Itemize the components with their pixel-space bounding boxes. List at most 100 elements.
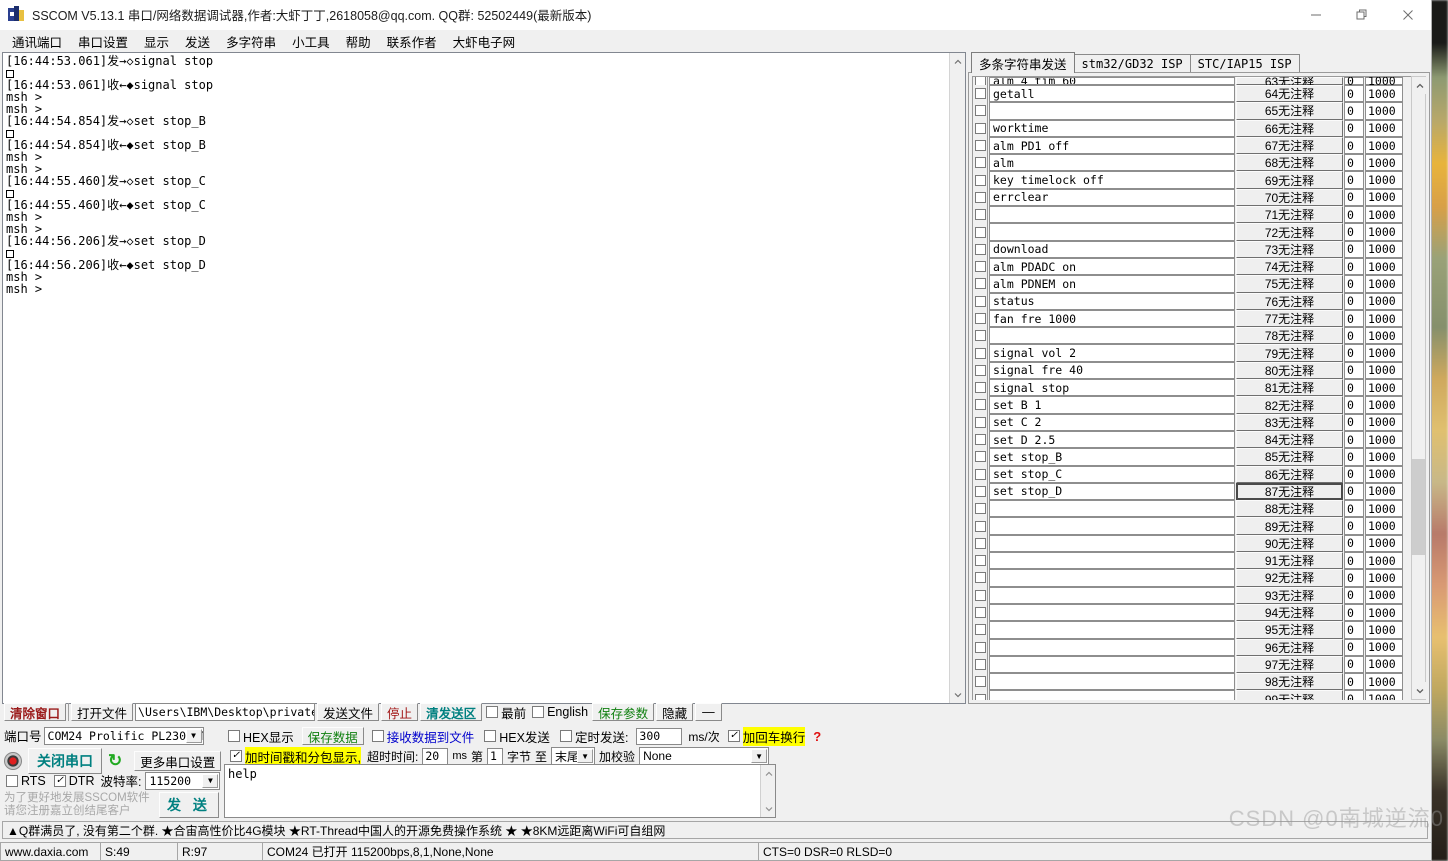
command-text-input[interactable]: alm PD1 off [989,136,1235,155]
command-text-input[interactable]: signal vol 2 [989,344,1235,362]
command-repeat-count[interactable]: 0 [1344,569,1364,587]
command-row-checkbox[interactable] [973,154,988,172]
command-send-button[interactable]: 94无注释 [1236,603,1343,622]
command-repeat-count[interactable]: 0 [1344,482,1364,501]
command-text-input[interactable]: set B 1 [989,396,1235,414]
command-interval-ms[interactable]: 1000 [1365,638,1403,656]
command-repeat-count[interactable]: 0 [1344,500,1364,518]
command-row-checkbox[interactable] [973,517,988,535]
send-interval-input[interactable]: 300 [636,727,683,745]
command-interval-ms[interactable]: 1000 [1365,171,1403,189]
close-button[interactable] [1385,0,1431,30]
command-send-button[interactable]: 81无注释 [1236,379,1343,397]
send-textarea[interactable]: help [224,764,776,818]
command-repeat-count[interactable]: 0 [1344,552,1364,570]
menu-item-2[interactable]: 显示 [136,30,177,53]
command-text-input[interactable]: status [989,292,1235,310]
command-interval-ms[interactable]: 1000 [1365,413,1403,431]
command-interval-ms[interactable]: 1000 [1365,517,1403,535]
command-interval-ms[interactable]: 1000 [1365,396,1403,414]
command-text-input[interactable]: set D 2.5 [989,430,1235,449]
command-row-checkbox[interactable] [973,361,988,380]
command-row-checkbox[interactable] [973,448,988,466]
command-row-checkbox[interactable] [973,275,988,293]
scroll-down-icon[interactable] [950,686,965,703]
command-send-button[interactable]: 93无注释 [1236,586,1343,604]
timed-send-checkbox[interactable]: 定时发送: [558,727,630,746]
command-repeat-count[interactable]: 0 [1344,327,1364,345]
checksum-chevron-down-icon[interactable]: ▼ [751,749,768,763]
command-send-button[interactable]: 79无注释 [1236,344,1343,362]
command-text-input[interactable] [989,552,1235,570]
chevron-down-icon[interactable]: ▼ [185,728,202,743]
command-row-checkbox[interactable] [973,396,988,414]
command-send-button[interactable]: 75无注释 [1236,275,1343,293]
command-row-checkbox[interactable] [973,171,988,189]
command-row-checkbox[interactable] [973,206,988,224]
checksum-combo[interactable]: None ▼ [639,747,770,765]
send-file-button[interactable]: 发送文件 [317,703,380,721]
menu-item-8[interactable]: 大虾电子网 [445,30,524,53]
command-repeat-count[interactable]: 0 [1344,188,1364,207]
recv-to-file-checkbox[interactable]: 接收数据到文件 [370,727,477,746]
tab-0[interactable]: 多条字符串发送 [971,52,1075,73]
command-repeat-count[interactable]: 0 [1344,534,1364,553]
command-send-button[interactable]: 82无注释 [1236,396,1343,414]
send-scroll-up-icon[interactable] [761,765,775,782]
tab-1[interactable]: stm32/GD32 ISP [1073,54,1191,73]
command-text-input[interactable] [989,500,1235,518]
command-send-button[interactable]: 80无注释 [1236,361,1343,380]
command-row-checkbox[interactable] [973,188,988,207]
save-data-button[interactable]: 保存数据 [301,727,364,745]
command-repeat-count[interactable]: 0 [1344,257,1364,276]
command-send-button[interactable]: 78无注释 [1236,327,1343,345]
command-row-checkbox[interactable] [973,292,988,310]
command-row-checkbox[interactable] [973,603,988,622]
command-text-input[interactable]: alm [989,154,1235,172]
command-send-button[interactable]: 71无注释 [1236,206,1343,224]
send-button[interactable]: 发 送 [159,792,219,818]
command-repeat-count[interactable]: 0 [1344,413,1364,431]
command-row-checkbox[interactable] [973,413,988,431]
command-interval-ms[interactable]: 1000 [1365,119,1403,137]
command-text-input[interactable] [989,621,1235,639]
command-send-button[interactable]: 92无注释 [1236,569,1343,587]
command-send-button[interactable]: 98无注释 [1236,673,1343,691]
command-interval-ms[interactable]: 1000 [1365,77,1403,85]
command-repeat-count[interactable]: 0 [1344,275,1364,293]
command-interval-ms[interactable]: 1000 [1365,430,1403,449]
menu-item-0[interactable]: 通讯端口 [4,30,70,53]
command-repeat-count[interactable]: 0 [1344,430,1364,449]
command-text-input[interactable]: key timelock off [989,171,1235,189]
command-row-checkbox[interactable] [973,465,988,483]
command-repeat-count[interactable]: 0 [1344,396,1364,414]
command-interval-ms[interactable]: 1000 [1365,690,1403,700]
hide-button[interactable]: 隐藏 [656,703,694,721]
command-text-input[interactable]: set stop_B [989,448,1235,466]
refresh-ports-icon[interactable]: ↻ [108,751,122,771]
command-send-button[interactable]: 67无注释 [1236,136,1343,155]
command-repeat-count[interactable]: 0 [1344,77,1364,85]
command-repeat-count[interactable]: 0 [1344,603,1364,622]
command-interval-ms[interactable]: 1000 [1365,655,1403,674]
command-text-input[interactable]: set stop_C [989,465,1235,483]
command-row-checkbox[interactable] [973,136,988,155]
command-interval-ms[interactable]: 1000 [1365,309,1403,328]
byte-end-combo[interactable]: 末尾 ▼ [551,747,596,765]
add-timestamp-checkbox[interactable]: ✓ 加时间戳和分包显示, [228,746,363,766]
command-interval-ms[interactable]: 1000 [1365,500,1403,518]
command-row-checkbox[interactable] [973,102,988,120]
command-row-checkbox[interactable] [973,77,988,85]
command-repeat-count[interactable]: 0 [1344,292,1364,310]
command-interval-ms[interactable]: 1000 [1365,292,1403,310]
command-send-button[interactable]: 89无注释 [1236,517,1343,535]
command-row-checkbox[interactable] [973,638,988,656]
baud-chevron-down-icon[interactable]: ▼ [202,773,219,788]
command-row-checkbox[interactable] [973,673,988,691]
command-text-input[interactable]: errclear [989,188,1235,207]
hex-send-checkbox[interactable]: HEX发送 [482,727,552,746]
command-interval-ms[interactable]: 1000 [1365,586,1403,604]
command-repeat-count[interactable]: 0 [1344,465,1364,483]
command-text-input[interactable]: getall [989,85,1235,103]
command-send-button[interactable]: 91无注释 [1236,552,1343,570]
